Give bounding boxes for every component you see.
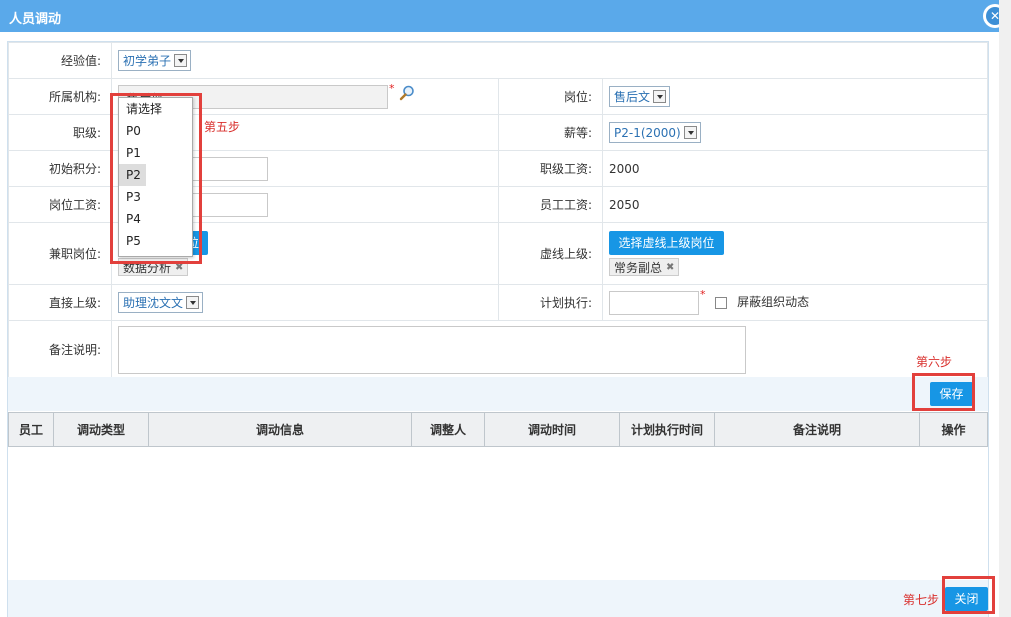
col-transfer-time[interactable]: 调动时间 (484, 412, 620, 447)
col-remark[interactable]: 备注说明 (714, 412, 920, 447)
chevron-down-icon (186, 296, 200, 309)
employee-salary-label: 员工工资: (498, 186, 603, 223)
plan-exec-input[interactable] (609, 290, 699, 315)
step5-highlight-box (110, 93, 202, 264)
salary-grade-label: 薪等: (498, 114, 603, 151)
plan-exec-label: 计划执行: (498, 284, 603, 321)
col-employee[interactable]: 员工 (8, 412, 54, 447)
required-mark: * (389, 82, 395, 95)
rank-salary-value: 2000 (602, 150, 988, 187)
remark-textarea[interactable] (118, 325, 746, 374)
virtual-superior-tag: 常务副总 ✖ (609, 258, 680, 276)
step6-label: 第六步 (916, 355, 953, 369)
position-label: 岗位: (498, 78, 603, 115)
step5-label: 第五步 (204, 120, 241, 134)
col-adjuster[interactable]: 调整人 (411, 412, 485, 447)
parttime-post-label: 兼职岗位: (8, 222, 112, 285)
experience-label: 经验值: (8, 42, 112, 79)
col-transfer-info[interactable]: 调动信息 (148, 412, 412, 447)
post-salary-label: 岗位工资: (8, 186, 112, 223)
rank-salary-label: 职级工资: (498, 150, 603, 187)
chevron-down-icon (683, 126, 697, 139)
scrollbar[interactable] (999, 0, 1011, 617)
col-plan-exec-time[interactable]: 计划执行时间 (619, 412, 715, 447)
rank-label: 职级: (8, 114, 112, 151)
block-org-activity-checkbox[interactable] (715, 296, 728, 309)
chevron-down-icon (653, 90, 667, 103)
save-bar: 保存 (8, 377, 988, 411)
step7-highlight-box (942, 576, 995, 614)
direct-superior-label: 直接上级: (8, 284, 112, 321)
position-select[interactable]: 售后文 (609, 86, 671, 107)
virtual-superior-label: 虚线上级: (498, 222, 603, 285)
block-org-activity-label: 屏蔽组织动态 (737, 295, 810, 309)
transfer-grid-header: 员工 调动类型 调动信息 调整人 调动时间 计划执行时间 备注说明 操作 (8, 412, 988, 447)
dialog-title: 人员调动 (9, 12, 62, 27)
chevron-down-icon (174, 54, 188, 67)
remove-icon[interactable]: ✖ (666, 262, 674, 273)
required-mark: * (700, 288, 706, 301)
initial-points-label: 初始积分: (8, 150, 112, 187)
dialog-titlebar: 人员调动 ✕ (0, 0, 1011, 32)
search-icon[interactable] (398, 84, 416, 102)
employee-salary-value: 2050 (602, 186, 988, 223)
remark-label: 备注说明: (8, 320, 112, 379)
direct-superior-select[interactable]: 助理沈文文 (118, 292, 204, 313)
salary-grade-select[interactable]: P2-1(2000) (609, 122, 701, 143)
select-virtual-superior-button[interactable]: 选择虚线上级岗位 (609, 231, 724, 255)
experience-select[interactable]: 初学弟子 (118, 50, 192, 71)
dialog-footer: 关闭 (8, 580, 988, 617)
step7-label: 第七步 (903, 593, 940, 607)
step6-highlight-box (912, 373, 975, 411)
col-action[interactable]: 操作 (919, 412, 988, 447)
col-transfer-type[interactable]: 调动类型 (53, 412, 149, 447)
org-label: 所属机构: (8, 78, 112, 115)
